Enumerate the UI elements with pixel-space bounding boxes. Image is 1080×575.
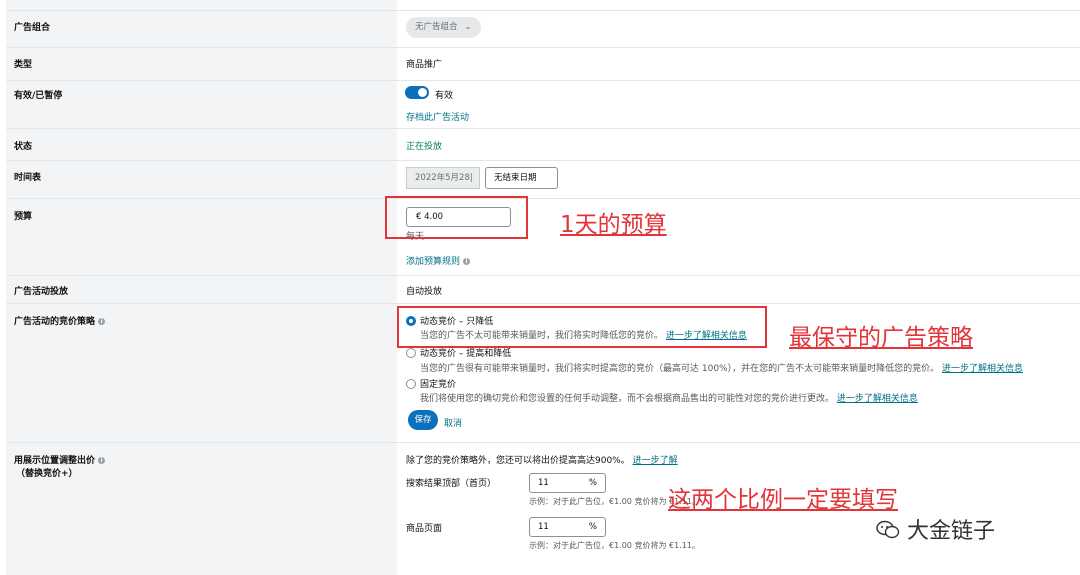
bid-option-fixed-radio[interactable] (406, 379, 416, 389)
toggle-knob (418, 88, 427, 97)
bid-option-up-down-desc: 当您的广告很有可能带来销量时，我们将实时提高您的竞价（最高可达 100%），并在… (420, 361, 1023, 374)
bid-option-up-down-learn-more-link[interactable]: 进一步了解相关信息 (942, 364, 1023, 374)
type-label: 类型 (14, 60, 33, 70)
active-value: 有效 (435, 91, 454, 101)
placement-product-page-label: 商品页面 (406, 524, 443, 534)
budget-highlight-box (385, 196, 528, 239)
bid-option-up-down-radio[interactable] (406, 348, 416, 358)
divider (6, 303, 1080, 304)
strategy-highlight-box (397, 306, 767, 348)
placement-label: 用展示位置调整出价 i (14, 453, 106, 466)
percent-unit: % (588, 478, 597, 488)
info-icon: i (98, 318, 106, 325)
budget-label: 预算 (14, 212, 33, 222)
placement-top-search-value: 11 (538, 478, 549, 488)
divider (6, 47, 1080, 48)
divider (6, 198, 1080, 199)
start-date-field[interactable]: 2022年5月28| (406, 167, 480, 189)
bid-option-up-down-desc-text: 当您的广告很有可能带来销量时，我们将实时提高您的竞价（最高可达 100%），并在… (420, 364, 940, 374)
save-button[interactable]: 保存 (408, 410, 438, 430)
targeting-label: 广告活动投放 (14, 287, 69, 297)
placement-annotation: 这两个比例一定要填写 (668, 487, 898, 513)
placement-sublabel: （替换竞价+） (16, 469, 78, 479)
targeting-value: 自动投放 (406, 287, 443, 297)
active-toggle[interactable] (405, 86, 429, 99)
divider (6, 160, 1080, 161)
placement-top-search-label: 搜索结果顶部（首页） (406, 479, 497, 489)
bid-option-fixed-desc-text: 我们将使用您的确切竞价和您设置的任何手动调整，而不会根据商品售出的可能性对您的竞… (420, 394, 835, 404)
add-budget-rule-text: 添加预算规则 (406, 257, 461, 267)
bid-option-fixed-title: 固定竞价 (420, 380, 457, 390)
strategy-annotation: 最保守的广告策略 (789, 325, 973, 351)
type-value: 商品推广 (406, 60, 443, 70)
divider (6, 128, 1080, 129)
placement-top-search-input[interactable]: 11 % (529, 473, 606, 493)
end-date-field[interactable]: 无结束日期 (485, 167, 558, 189)
divider (6, 10, 1080, 11)
bid-option-fixed-learn-more-link[interactable]: 进一步了解相关信息 (837, 394, 918, 404)
ad-group-value: 无广告组合 (415, 22, 458, 32)
watermark: 大金链子 (876, 513, 995, 545)
percent-unit: % (588, 522, 597, 532)
divider (6, 275, 1080, 276)
archive-campaign-link[interactable]: 存档此广告活动 (406, 110, 469, 123)
info-icon: i (98, 457, 106, 464)
divider (6, 442, 1080, 443)
budget-annotation: 1天的预算 (560, 212, 667, 238)
divider (6, 80, 1080, 81)
bidding-strategy-label: 广告活动的竞价策略 i (14, 314, 106, 327)
placement-product-page-input[interactable]: 11 % (529, 517, 606, 537)
wechat-icon (876, 520, 900, 539)
placement-learn-more-link[interactable]: 进一步了解 (633, 456, 678, 466)
watermark-text: 大金链子 (907, 519, 996, 544)
bidding-strategy-text: 广告活动的竞价策略 (14, 317, 96, 327)
schedule-label: 时间表 (14, 173, 42, 183)
placement-product-page-example: 示例：对于此广告位，€1.00 竞价将为 €1.11。 (529, 541, 700, 550)
page-edge (0, 0, 6, 575)
placement-label-text: 用展示位置调整出价 (14, 456, 96, 466)
ad-group-dropdown[interactable]: 无广告组合 ⌄ (406, 17, 481, 38)
chevron-down-icon: ⌄ (464, 22, 472, 32)
info-icon: i (463, 258, 471, 265)
placement-intro-text: 除了您的竞价策略外，您还可以将出价提高高达900%。 (406, 456, 630, 466)
active-label: 有效/已暂停 (14, 91, 63, 101)
status-label: 状态 (14, 142, 33, 152)
placement-product-page-value: 11 (538, 522, 549, 532)
cancel-link[interactable]: 取消 (444, 416, 462, 429)
bid-option-fixed-desc: 我们将使用您的确切竞价和您设置的任何手动调整，而不会根据商品售出的可能性对您的竞… (420, 391, 918, 404)
ad-group-label: 广告组合 (14, 23, 51, 33)
placement-intro: 除了您的竞价策略外，您还可以将出价提高高达900%。 进一步了解 (406, 453, 678, 466)
status-value: 正在投放 (406, 142, 443, 152)
add-budget-rule-link[interactable]: 添加预算规则 i (406, 254, 471, 267)
